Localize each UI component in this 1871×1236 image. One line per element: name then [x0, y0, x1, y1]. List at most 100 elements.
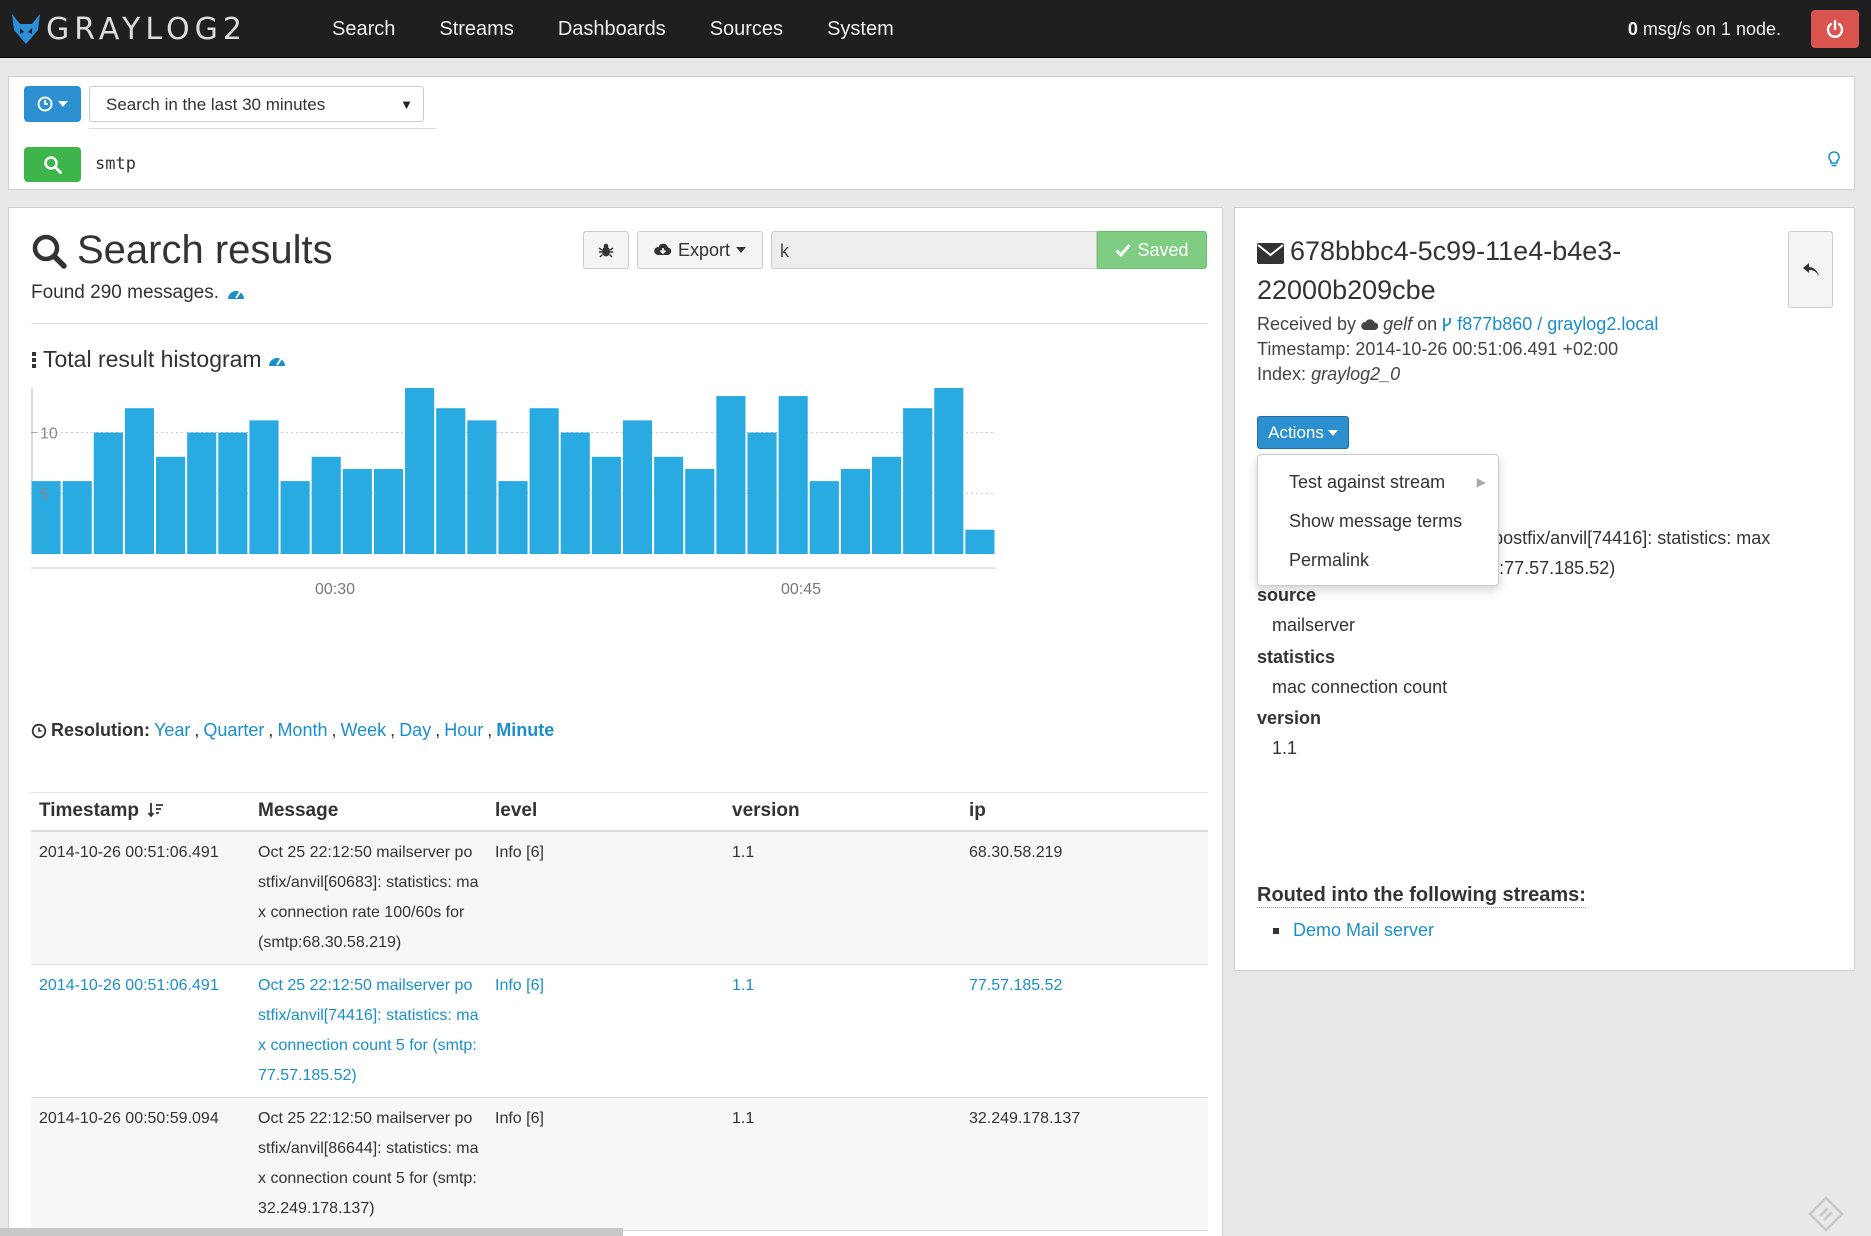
bullet: [1273, 927, 1279, 934]
histogram-bar[interactable]: [342, 468, 372, 554]
histogram-bar[interactable]: [218, 432, 248, 555]
search-query-input[interactable]: smtp: [95, 149, 136, 179]
resolution-day[interactable]: Day: [399, 720, 431, 741]
export-label: Export: [677, 239, 731, 260]
actions-dropdown-button[interactable]: Actions: [1257, 416, 1349, 449]
histogram-bar[interactable]: [778, 396, 808, 554]
results-table: Timestamp Message level version ip 2014-…: [31, 792, 1208, 1231]
histogram-bar[interactable]: [654, 456, 684, 554]
histogram-bar[interactable]: [965, 529, 995, 554]
message-detail-panel: 678bbbc4-5c99-11e4-b4e3-22000b209cbe Rec…: [1234, 207, 1855, 971]
histogram-bar[interactable]: [529, 408, 559, 554]
histogram-bar[interactable]: [311, 456, 341, 554]
throughput-text: msg/s on 1 node.: [1637, 19, 1781, 39]
main-nav: Search Streams Dashboards Sources System: [310, 0, 916, 58]
select-caret-icon: ▼: [400, 97, 413, 112]
field-value-source: mailserver: [1272, 615, 1356, 635]
resolution-year[interactable]: Year: [154, 720, 190, 741]
export-dropdown-button[interactable]: Export: [637, 231, 763, 269]
stream-list-item[interactable]: Demo Mail server: [1273, 920, 1434, 941]
feedback-icon[interactable]: [1808, 1196, 1844, 1232]
histogram-bar[interactable]: [62, 481, 92, 554]
saved-search-button[interactable]: Saved: [1097, 231, 1207, 269]
resolution-quarter[interactable]: Quarter: [203, 720, 264, 741]
histogram-bar[interactable]: [747, 432, 777, 555]
resolution-month[interactable]: Month: [277, 720, 327, 741]
menu-item-permalink[interactable]: Permalink: [1258, 541, 1498, 580]
node-link[interactable]: f877b860 / graylog2.local: [1457, 314, 1658, 334]
saved-search-name-input[interactable]: k: [771, 231, 1097, 269]
column-header-version[interactable]: version: [724, 792, 961, 832]
histogram-bar[interactable]: [685, 468, 715, 554]
nav-system[interactable]: System: [805, 0, 916, 58]
histogram-bar[interactable]: [93, 432, 123, 555]
cell-ip: 32.249.178.137: [961, 1097, 1208, 1231]
histogram-bar[interactable]: [840, 468, 870, 554]
histogram-bar[interactable]: [187, 432, 217, 555]
cell-level: Info [6]: [487, 830, 724, 965]
menu-item-test-against-stream[interactable]: Test against stream ▶: [1258, 463, 1498, 502]
histogram-bar[interactable]: [498, 481, 528, 554]
histogram-bar[interactable]: [622, 420, 653, 554]
resolution-selector: Resolution: Year, Quarter, Month, Week, …: [31, 720, 554, 741]
resolution-week[interactable]: Week: [340, 720, 386, 741]
cell-ip: 77.57.185.52: [961, 964, 1208, 1098]
resolution-minute[interactable]: Minute: [496, 720, 554, 741]
nav-streams[interactable]: Streams: [417, 0, 535, 58]
power-icon: [1826, 19, 1844, 38]
nav-sources[interactable]: Sources: [688, 0, 805, 58]
time-range-type-button[interactable]: [24, 86, 81, 122]
histogram-bar[interactable]: [871, 456, 902, 554]
column-header-timestamp[interactable]: Timestamp: [31, 792, 250, 832]
top-navbar: GRAYLOG2 Search Streams Dashboards Sourc…: [0, 0, 1871, 58]
dashboard-gauge-icon[interactable]: [227, 285, 245, 301]
column-header-message[interactable]: Message: [250, 792, 487, 832]
field-name-version: version: [1257, 708, 1322, 728]
back-button[interactable]: [1788, 231, 1833, 308]
divider: [31, 323, 1208, 324]
search-submit-button[interactable]: [24, 147, 81, 182]
histogram-bar[interactable]: [373, 468, 404, 554]
histogram-bar[interactable]: [436, 408, 466, 554]
table-row-selected[interactable]: 2014-10-26 00:51:06.491 Oct 25 22:12:50 …: [31, 964, 1208, 1098]
saved-label: Saved: [1137, 239, 1189, 260]
histogram-bar[interactable]: [124, 408, 155, 554]
column-header-level[interactable]: level: [487, 792, 724, 832]
time-range-value: Search in the last 30 minutes: [106, 95, 326, 114]
nav-search[interactable]: Search: [310, 0, 417, 58]
menu-item-show-message-terms[interactable]: Show message terms: [1258, 502, 1498, 541]
histogram-bar[interactable]: [249, 420, 279, 554]
lightbulb-icon[interactable]: [1828, 151, 1840, 174]
message-id-heading: 678bbbc4-5c99-11e4-b4e3-22000b209cbe: [1257, 232, 1747, 310]
column-header-ip[interactable]: ip: [961, 792, 1208, 832]
table-row[interactable]: 2014-10-26 00:50:59.094 Oct 25 22:12:50 …: [31, 1097, 1208, 1231]
histogram-bar[interactable]: [467, 420, 497, 554]
debug-query-button[interactable]: [583, 231, 629, 269]
histogram-bar[interactable]: [156, 456, 186, 554]
stream-link[interactable]: Demo Mail server: [1293, 920, 1434, 941]
histogram-bar[interactable]: [809, 481, 839, 554]
logout-button[interactable]: [1811, 10, 1859, 48]
horizontal-scrollbar[interactable]: [0, 1228, 623, 1236]
cloud-download-icon: [654, 243, 672, 255]
histogram-bar[interactable]: [934, 388, 964, 554]
resolution-hour[interactable]: Hour: [444, 720, 483, 741]
histogram-bar[interactable]: [560, 432, 590, 555]
drag-handle-icon[interactable]: [31, 351, 37, 369]
sort-descending-icon[interactable]: [148, 802, 164, 818]
found-count-text: Found 290 messages.: [31, 282, 220, 303]
histogram-bar[interactable]: [405, 388, 435, 554]
histogram-bar[interactable]: [716, 396, 746, 554]
throughput-status[interactable]: 0 msg/s on 1 node.: [1628, 0, 1781, 58]
nav-dashboards[interactable]: Dashboards: [536, 0, 688, 58]
histogram-bar[interactable]: [280, 481, 310, 554]
dashboard-gauge-icon[interactable]: [268, 352, 286, 368]
cell-level: Info [6]: [487, 964, 724, 1098]
brand-logo[interactable]: GRAYLOG2: [10, 10, 247, 48]
histogram-bar[interactable]: [903, 408, 933, 554]
field-value-version: 1.1: [1272, 738, 1298, 758]
time-range-select[interactable]: Search in the last 30 minutes ▼: [89, 86, 424, 122]
cell-version: 1.1: [724, 830, 961, 965]
histogram-bar[interactable]: [591, 456, 621, 554]
table-row[interactable]: 2014-10-26 00:51:06.491 Oct 25 22:12:50 …: [31, 830, 1208, 965]
